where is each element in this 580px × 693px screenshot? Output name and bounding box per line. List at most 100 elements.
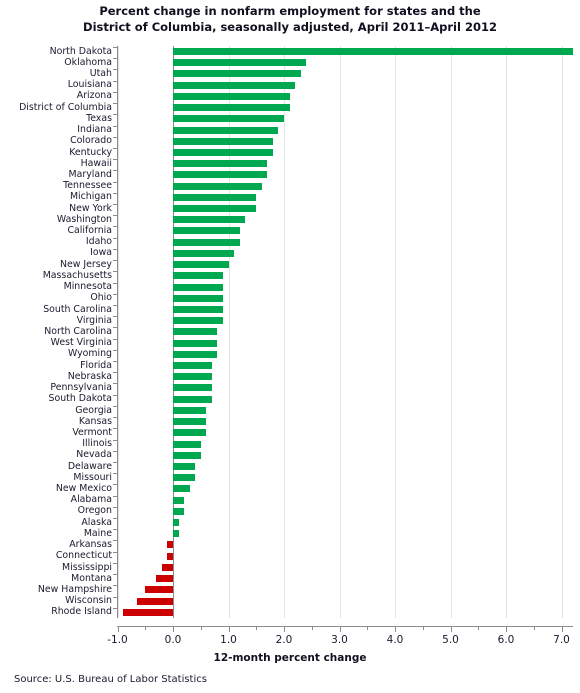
bar (173, 294, 223, 302)
x-axis-minor-tick (367, 627, 369, 630)
bar (173, 373, 212, 381)
bar-row (117, 338, 573, 349)
bar (156, 575, 173, 583)
y-axis-tick (113, 304, 117, 306)
x-axis-minor-tick (311, 627, 313, 630)
x-axis-tick-label: 5.0 (442, 634, 459, 646)
y-axis-tick (113, 159, 117, 161)
bar-series (117, 46, 573, 618)
bar (173, 261, 229, 269)
y-axis-label: Oregon (77, 505, 112, 517)
x-axis-line (117, 626, 573, 627)
x-axis-tick-label: 4.0 (386, 634, 404, 646)
bar-row (117, 360, 573, 371)
x-axis-tick (228, 627, 230, 632)
y-axis-tick (113, 248, 117, 250)
y-axis-label: Indiana (77, 124, 112, 136)
y-axis-tick (113, 473, 117, 475)
x-axis-tick (284, 627, 285, 632)
bar (173, 283, 223, 291)
bar (173, 418, 207, 426)
y-axis-label: Hawaii (80, 157, 112, 169)
y-axis-label: Massachusetts (42, 269, 112, 281)
x-axis-tick-label: -1.0 (107, 634, 128, 646)
bar (173, 272, 223, 280)
y-axis-tick (113, 260, 117, 262)
bar (173, 249, 235, 257)
y-axis-tick (113, 506, 117, 508)
x-axis-minor-tick (478, 627, 480, 630)
y-axis-label: South Dakota (48, 393, 112, 405)
y-axis-tick (113, 349, 117, 351)
y-axis-label: Minnesota (63, 281, 112, 293)
bar (173, 474, 196, 482)
bar-row (117, 214, 573, 225)
bar (173, 362, 212, 370)
bar-row (117, 416, 573, 427)
x-axis-minor-tick (145, 627, 147, 630)
y-axis-label: New Mexico (55, 483, 112, 495)
x-axis-minor-tick (256, 627, 258, 630)
x-axis-tick (173, 627, 174, 632)
bar-row (117, 304, 573, 315)
bar-row (117, 57, 573, 68)
y-axis-tick (113, 372, 117, 374)
bar (173, 48, 573, 55)
x-axis-minor-tick (422, 627, 424, 630)
bar-row (117, 125, 573, 136)
y-axis-tick (113, 170, 117, 172)
y-axis-label: Kansas (78, 415, 112, 427)
bar (173, 227, 240, 235)
y-axis-label: Florida (80, 359, 112, 371)
y-axis-label: Connecticut (55, 550, 112, 562)
bar-row (117, 80, 573, 91)
x-axis-tick-label: 2.0 (275, 634, 293, 646)
bar-row (117, 46, 573, 57)
y-axis-tick (113, 495, 117, 497)
y-axis-label: District of Columbia (19, 101, 112, 113)
y-axis-tick (113, 383, 117, 385)
bar-row (117, 528, 573, 539)
x-axis-minor-tick (200, 627, 202, 630)
bar-row (117, 461, 573, 472)
bar (173, 485, 190, 493)
chart-container: Percent change in nonfarm employment for… (0, 0, 580, 693)
y-axis-tick (113, 125, 117, 127)
y-axis-label: Maine (83, 527, 112, 539)
bar-row (117, 181, 573, 192)
bar (167, 552, 173, 560)
bar-row (117, 371, 573, 382)
bar (173, 350, 218, 358)
bar (173, 59, 307, 67)
y-axis-tick (113, 405, 117, 407)
bar-row (117, 539, 573, 550)
y-axis-label: California (67, 225, 112, 237)
bar (173, 395, 212, 403)
bar (136, 597, 173, 605)
bar (173, 104, 290, 112)
y-axis-label: Maryland (68, 168, 112, 180)
bar (173, 126, 279, 134)
y-axis-label: Alaska (81, 516, 112, 528)
y-axis-tick (113, 80, 117, 82)
y-axis-label: Idaho (85, 236, 112, 248)
y-axis-label: Ohio (90, 292, 112, 304)
x-axis-minor-tick (533, 627, 535, 630)
y-axis-label: New York (69, 202, 112, 214)
y-axis-tick (113, 103, 117, 105)
plot-area (117, 46, 573, 618)
y-axis-label: Iowa (90, 247, 112, 259)
y-axis-tick (113, 237, 117, 239)
bar-row (117, 192, 573, 203)
y-axis-label: Montana (71, 572, 112, 584)
y-axis-tick (113, 529, 117, 531)
y-axis-tick (113, 47, 117, 48)
bar-row (117, 472, 573, 483)
y-axis-label: Louisiana (67, 79, 112, 91)
y-axis-label: Virginia (76, 314, 112, 326)
y-axis-tick (113, 91, 117, 93)
bar-row (117, 136, 573, 147)
bar (123, 608, 173, 616)
y-axis-tick (113, 551, 117, 553)
y-axis-tick (113, 226, 117, 228)
